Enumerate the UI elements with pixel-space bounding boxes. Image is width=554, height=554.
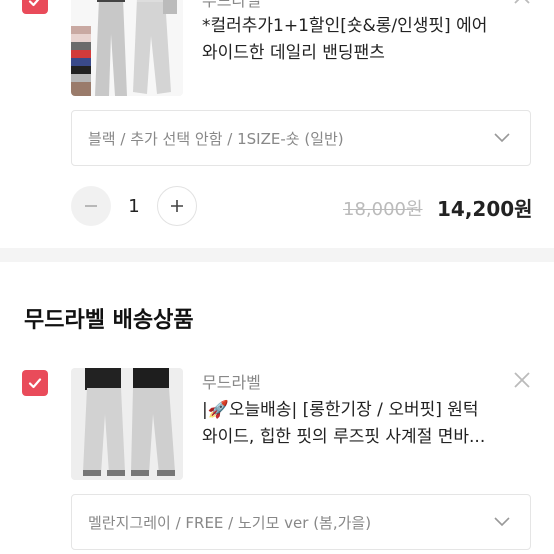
item-checkbox[interactable] <box>22 370 48 396</box>
brand-name: 무드라벨 <box>202 0 261 10</box>
section-title: 무드라벨 배송상품 <box>24 308 194 333</box>
product-name[interactable]: *컬러추가1+1할인[숏&롱/인생핏] 에어 와이드한 데일리 밴딩팬츠 <box>202 13 512 67</box>
quantity-increase-button[interactable] <box>157 186 197 226</box>
option-value: 블랙 / 추가 선택 안함 / 1SIZE-숏 (일반) <box>88 129 344 148</box>
check-icon <box>28 0 40 7</box>
remove-item-button[interactable] <box>512 370 532 394</box>
product-image <box>71 0 183 96</box>
remove-item-button[interactable] <box>512 0 532 10</box>
product-image <box>71 368 183 480</box>
close-icon <box>514 0 530 4</box>
product-name-line2: 와이드한 데일리 밴딩팬츠 <box>202 43 385 63</box>
product-name-line1: |🚀오늘배송| [롱한기장 / 오버핏] 원턱 <box>202 400 479 420</box>
product-name-line2: 와이드, 힙한 핏의 루즈핏 사계절 면바... <box>202 427 486 447</box>
item-checkbox[interactable] <box>22 0 48 14</box>
close-icon <box>514 372 530 388</box>
original-price: 18,000원 <box>343 199 423 220</box>
check-icon <box>28 378 42 389</box>
brand-name: 무드라벨 <box>202 373 261 392</box>
section-divider <box>0 248 554 262</box>
minus-icon <box>85 205 97 207</box>
product-name-line1: *컬러추가1+1할인[숏&롱/인생핏] 에어 <box>202 16 488 36</box>
product-name[interactable]: |🚀오늘배송| [롱한기장 / 오버핏] 원턱 와이드, 힙한 핏의 루즈핏 사… <box>202 397 512 451</box>
option-select[interactable]: 블랙 / 추가 선택 안함 / 1SIZE-숏 (일반) <box>71 110 531 166</box>
plus-icon <box>171 200 183 212</box>
sale-price: 14,200원 <box>437 197 533 221</box>
chevron-down-icon <box>494 517 510 527</box>
option-value: 멜란지그레이 / FREE / 노기모 ver (봄,가을) <box>88 513 372 532</box>
option-select[interactable]: 멜란지그레이 / FREE / 노기모 ver (봄,가을) <box>71 494 531 550</box>
quantity-value: 1 <box>128 196 140 217</box>
product-thumbnail[interactable] <box>71 0 183 96</box>
product-thumbnail[interactable] <box>71 368 183 480</box>
chevron-down-icon <box>494 133 510 143</box>
quantity-decrease-button[interactable] <box>71 186 111 226</box>
